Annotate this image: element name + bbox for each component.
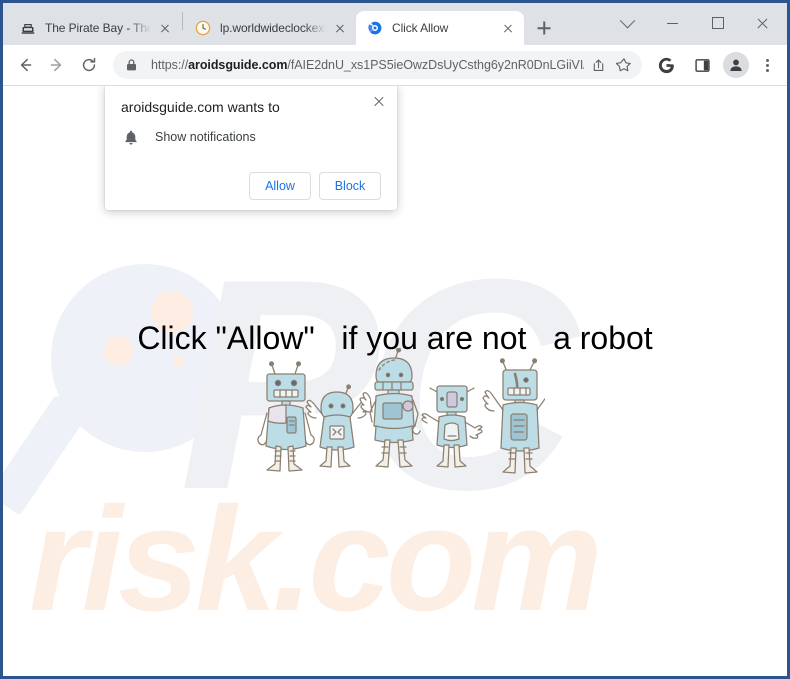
share-icon[interactable] xyxy=(586,53,610,77)
close-icon xyxy=(756,17,769,30)
robot-2 xyxy=(305,384,369,468)
page-viewport: PC risk.com Click "Allow" if you are not… xyxy=(3,86,787,676)
allow-button[interactable]: Allow xyxy=(249,171,311,200)
profile-avatar[interactable] xyxy=(723,52,749,78)
close-icon[interactable] xyxy=(369,91,389,111)
tab-title: Click Allow xyxy=(392,21,449,35)
robot-illustration xyxy=(245,347,558,483)
tab-pirate-bay[interactable]: The Pirate Bay - The gala xyxy=(9,11,181,45)
reload-button[interactable] xyxy=(74,50,104,80)
robot-4 xyxy=(421,385,483,468)
lock-icon xyxy=(125,58,141,72)
tab-search-button[interactable] xyxy=(605,4,650,42)
menu-dot xyxy=(765,58,769,62)
browser-window: The Pirate Bay - The gala lp.worldwidecl… xyxy=(0,0,790,679)
close-icon[interactable] xyxy=(332,20,348,36)
minimize-button[interactable] xyxy=(650,4,695,42)
permission-dialog-title: aroidsguide.com wants to xyxy=(121,99,280,115)
arrow-left-icon xyxy=(20,58,32,72)
close-icon[interactable] xyxy=(157,20,173,36)
tab-strip: The Pirate Bay - The gala lp.worldwidecl… xyxy=(3,3,787,45)
menu-dot xyxy=(765,68,769,72)
tab-click-allow[interactable]: Click Allow xyxy=(356,11,524,45)
notification-permission-dialog: aroidsguide.com wants to Show notificati… xyxy=(105,86,397,210)
close-window-button[interactable] xyxy=(740,4,785,42)
arrow-right-icon xyxy=(50,58,62,72)
omnibox-actions xyxy=(584,53,636,77)
ship-icon xyxy=(20,20,36,36)
toolbar-right-actions xyxy=(648,50,779,80)
window-controls xyxy=(605,3,785,43)
chrome-menu-button[interactable] xyxy=(755,53,779,77)
bell-icon xyxy=(123,129,141,146)
url-domain: aroidsguide.com xyxy=(188,58,288,72)
tab-title: The Pirate Bay - The gala xyxy=(45,21,153,35)
maximize-button[interactable] xyxy=(695,4,740,42)
tab-title: lp.worldwideclockextens xyxy=(220,21,328,35)
robot-5 xyxy=(482,358,558,474)
reload-icon xyxy=(82,57,96,72)
menu-dot xyxy=(765,63,769,67)
person-icon xyxy=(730,59,742,71)
tab-worldwideclock[interactable]: lp.worldwideclockextens xyxy=(184,11,356,45)
forward-button[interactable] xyxy=(42,50,72,80)
bookmark-star-icon[interactable] xyxy=(612,53,636,77)
google-icon[interactable] xyxy=(651,50,681,80)
maximize-icon xyxy=(711,17,724,29)
permission-request-label: Show notifications xyxy=(155,130,256,145)
url-path: /fAIE2dnU_xs1PS5ieOwzDsUyCsthg6y2nR0DnLG… xyxy=(287,58,584,72)
back-button[interactable] xyxy=(10,50,40,80)
side-panel-icon[interactable] xyxy=(687,50,717,80)
new-tab-button[interactable] xyxy=(530,14,558,42)
permission-dialog-actions: Allow Block xyxy=(121,171,381,200)
address-bar[interactable]: https://aroidsguide.com/fAIE2dnU_xs1PS5i… xyxy=(113,51,642,79)
minimize-icon xyxy=(667,22,678,24)
robot-1 xyxy=(257,361,315,472)
clock-icon xyxy=(195,20,211,36)
chrome-c-icon xyxy=(367,20,383,36)
block-button[interactable]: Block xyxy=(319,171,381,200)
url-scheme: https:// xyxy=(151,58,189,72)
close-icon[interactable] xyxy=(500,20,516,36)
robot-3 xyxy=(359,347,421,468)
url-text: https://aroidsguide.com/fAIE2dnU_xs1PS5i… xyxy=(151,58,584,72)
chevron-down-icon xyxy=(619,12,636,28)
browser-toolbar: https://aroidsguide.com/fAIE2dnU_xs1PS5i… xyxy=(3,45,787,86)
five-robots-svg xyxy=(257,347,558,474)
permission-request-row: Show notifications xyxy=(123,129,381,146)
tab-separator xyxy=(182,11,183,30)
